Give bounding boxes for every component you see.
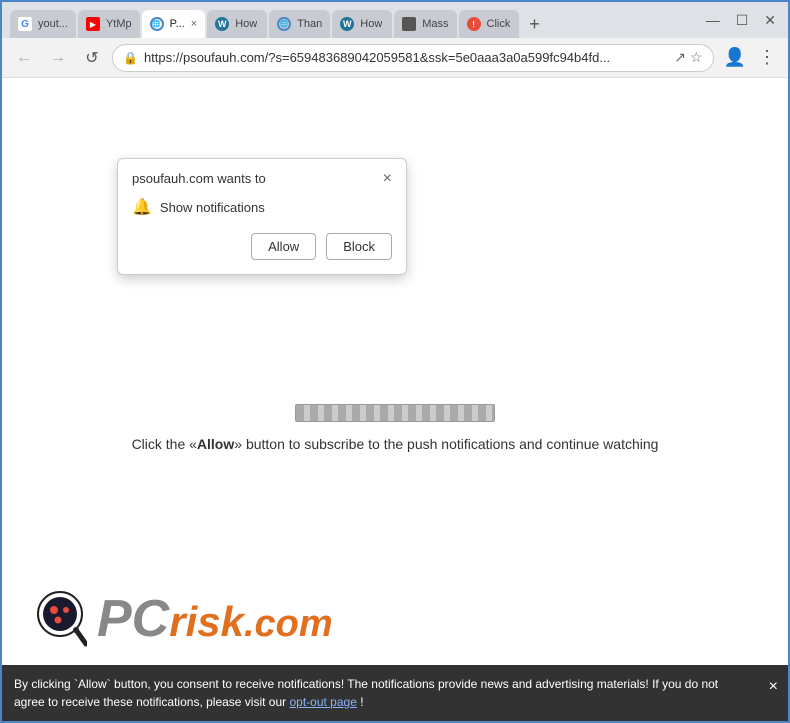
nav-bar: ← → ↺ 🔒 https://psoufauh.com/?s=65948368… xyxy=(2,38,788,78)
com-text: .com xyxy=(244,603,333,646)
nav-right-icons: 👤 ⋮ xyxy=(720,45,780,70)
tab-favicon-click: ! xyxy=(467,17,481,31)
bookmark-icon[interactable]: ☆ xyxy=(690,49,703,66)
risk-text: risk xyxy=(169,598,244,646)
notification-popup: psoufauh.com wants to × 🔔 Show notificat… xyxy=(117,158,407,275)
menu-icon[interactable]: ⋮ xyxy=(754,45,780,70)
forward-button[interactable]: → xyxy=(44,44,72,72)
block-button[interactable]: Block xyxy=(326,233,392,260)
tab-label-p: P... xyxy=(170,18,185,30)
popup-header: psoufauh.com wants to × xyxy=(132,171,392,187)
address-bar[interactable]: 🔒 https://psoufauh.com/?s=65948368904205… xyxy=(112,44,714,72)
popup-subtitle: Show notifications xyxy=(160,200,265,215)
tab-label-how2: How xyxy=(360,18,382,30)
tab-favicon-than: 🌐 xyxy=(277,17,291,31)
progress-bar xyxy=(295,404,495,422)
bell-icon: 🔔 xyxy=(132,197,152,217)
browser-window: G yout... ▶ YtMp 🌐 P... × W How 🌐 Than xyxy=(0,0,790,723)
allow-button[interactable]: Allow xyxy=(251,233,316,260)
pcrisk-text: PC risk .com xyxy=(97,589,333,649)
back-button[interactable]: ← xyxy=(10,44,38,72)
minimize-button[interactable]: — xyxy=(702,10,724,30)
lock-icon: 🔒 xyxy=(123,51,138,65)
popup-row: 🔔 Show notifications xyxy=(132,197,392,217)
tab-favicon-how2: W xyxy=(340,17,354,31)
popup-close-button[interactable]: × xyxy=(383,171,392,187)
tab-label-youtube: yout... xyxy=(38,18,68,30)
tab-than[interactable]: 🌐 Than xyxy=(269,10,330,38)
tab-how2[interactable]: W How xyxy=(332,10,392,38)
bottom-bar-text-end: ! xyxy=(360,695,363,709)
tab-label-click: Click xyxy=(487,18,511,30)
tab-bar: G yout... ▶ YtMp 🌐 P... × W How 🌐 Than xyxy=(10,2,549,38)
allow-highlight: Allow xyxy=(197,436,234,452)
profile-icon[interactable]: 👤 xyxy=(720,45,750,70)
tab-favicon-youtube: G xyxy=(18,17,32,31)
tab-mass[interactable]: Mass xyxy=(394,10,456,38)
progress-text: Click the «Allow» button to subscribe to… xyxy=(132,434,659,455)
tab-p[interactable]: 🌐 P... × xyxy=(142,10,206,38)
tab-label-how1: How xyxy=(235,18,257,30)
window-controls: — ☐ ✕ xyxy=(702,10,780,31)
pcrisk-logo-area: PC risk .com xyxy=(32,586,333,651)
tab-close-p[interactable]: × xyxy=(191,18,197,30)
tab-ytmp[interactable]: ▶ YtMp xyxy=(78,10,140,38)
tab-label-than: Than xyxy=(297,18,322,30)
progress-area: Click the «Allow» button to subscribe to… xyxy=(132,404,659,455)
tab-click[interactable]: ! Click xyxy=(459,10,519,38)
bottom-notification-bar: By clicking `Allow` button, you consent … xyxy=(2,665,788,721)
tab-label-mass: Mass xyxy=(422,18,448,30)
popup-title: psoufauh.com wants to xyxy=(132,171,266,186)
close-button[interactable]: ✕ xyxy=(760,10,780,31)
tab-favicon-ytmp: ▶ xyxy=(86,17,100,31)
content-area: psoufauh.com wants to × 🔔 Show notificat… xyxy=(2,78,788,721)
progress-bar-fill xyxy=(296,405,494,421)
tab-favicon-p: 🌐 xyxy=(150,17,164,31)
new-tab-button[interactable]: + xyxy=(521,10,549,38)
pcrisk-logo-icon xyxy=(32,586,87,651)
address-icons: ↗ ☆ xyxy=(674,49,702,66)
tab-favicon-how1: W xyxy=(215,17,229,31)
tab-favicon-mass xyxy=(402,17,416,31)
opt-out-link[interactable]: opt-out page xyxy=(289,695,356,709)
tab-youtube[interactable]: G yout... xyxy=(10,10,76,38)
refresh-button[interactable]: ↺ xyxy=(78,44,106,72)
tab-label-ytmp: YtMp xyxy=(106,18,132,30)
tab-how1[interactable]: W How xyxy=(207,10,267,38)
share-icon[interactable]: ↗ xyxy=(674,49,686,66)
popup-buttons: Allow Block xyxy=(132,233,392,260)
url-text: https://psoufauh.com/?s=6594836890420595… xyxy=(144,50,668,65)
pc-text: PC xyxy=(97,589,169,649)
title-bar: G yout... ▶ YtMp 🌐 P... × W How 🌐 Than xyxy=(2,2,788,38)
bottom-bar-close-button[interactable]: × xyxy=(769,675,778,699)
maximize-button[interactable]: ☐ xyxy=(732,10,753,31)
bottom-bar-text: By clicking `Allow` button, you consent … xyxy=(14,677,718,709)
